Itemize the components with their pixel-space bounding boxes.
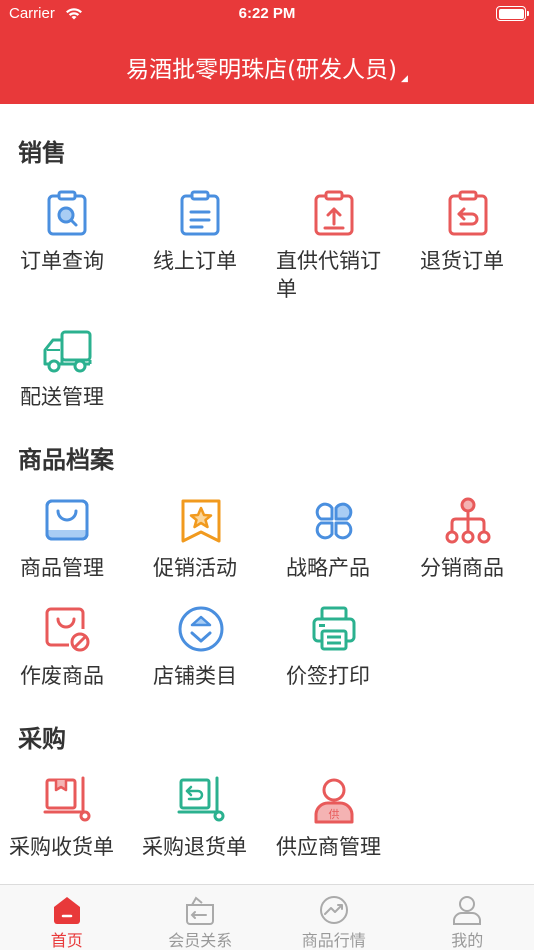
item-label: 战略产品 (286, 556, 370, 580)
item-label: 采购收货单 (9, 835, 114, 859)
home-icon (53, 897, 80, 924)
sort-circle-icon (178, 606, 224, 652)
supplier-badge: 供 (329, 807, 340, 821)
bag-forbidden-icon (45, 607, 90, 652)
item-label: 配送管理 (20, 385, 104, 409)
tab-label: 首页 (50, 931, 83, 950)
market-trend-icon (319, 896, 348, 924)
tab-home[interactable]: 首页 (0, 885, 134, 950)
supplier-person-icon: 供 (314, 778, 354, 824)
box-cart-icon (43, 776, 91, 822)
four-petal-icon (315, 502, 353, 540)
clock: 6:22 PM (238, 5, 296, 22)
member-icon (186, 896, 215, 925)
distribution-tree-icon (445, 497, 491, 544)
clipboard-return-icon (448, 190, 488, 236)
item-label: 订单查询 (20, 249, 104, 273)
status-bar: Carrier 6:22 PM (0, 0, 534, 30)
item-label: 店铺类目 (153, 664, 237, 688)
clipboard-list-icon (180, 190, 220, 236)
section-title-sales: 销售 (18, 139, 66, 167)
item-label: 分销商品 (420, 556, 504, 580)
profile-icon (453, 896, 482, 925)
clipboard-upload-icon (314, 190, 354, 236)
item-label: 线上订单 (153, 249, 237, 273)
clipboard-search-icon (47, 190, 87, 236)
item-label: 价签打印 (286, 664, 370, 688)
item-label: 供应商管理 (276, 835, 381, 859)
tab-label: 商品行情 (301, 931, 366, 950)
tab-label: 我的 (451, 931, 484, 950)
caret-down-icon: ◢ (401, 74, 408, 84)
store-selector[interactable]: 易酒批零明珠店(研发人员) ◢ (0, 50, 534, 84)
tab-label: 会员关系 (168, 931, 233, 950)
tab-bar: 首页 会员关系 商品行情 我的 (0, 884, 534, 950)
item-label: 商品管理 (20, 556, 104, 580)
item-label: 采购退货单 (142, 835, 247, 859)
app-header: Carrier 6:22 PM 易酒批零明珠店(研发人员) ◢ (0, 0, 534, 104)
store-name: 易酒批零明珠店(研发人员) (126, 57, 398, 83)
battery-icon (496, 6, 529, 21)
delivery-truck-icon (43, 330, 92, 373)
item-label: 退货订单 (420, 249, 504, 273)
item-label: 作废商品 (20, 664, 104, 688)
section-title-product-archive: 商品档案 (18, 446, 114, 474)
tab-member-relations[interactable]: 会员关系 (134, 885, 268, 950)
shopping-bag-icon (45, 499, 89, 541)
star-bookmark-icon (181, 499, 221, 543)
section-title-purchasing: 采购 (18, 725, 66, 753)
item-label: 直供代销订单 (276, 249, 381, 301)
printer-icon (312, 606, 356, 651)
item-label: 促销活动 (153, 556, 237, 580)
return-cart-icon (177, 776, 225, 822)
tab-product-market[interactable]: 商品行情 (267, 885, 401, 950)
tab-mine[interactable]: 我的 (401, 885, 534, 950)
